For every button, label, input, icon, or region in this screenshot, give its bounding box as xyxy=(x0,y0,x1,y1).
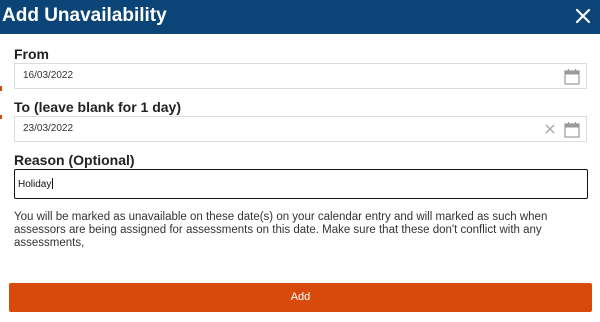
reason-input[interactable]: Holiday xyxy=(14,169,588,199)
from-date-value: 16/03/2022 xyxy=(23,70,74,81)
from-date-input[interactable]: 16/03/2022 xyxy=(14,63,587,89)
calendar-icon[interactable] xyxy=(564,68,580,85)
from-label: From xyxy=(14,46,49,62)
calendar-icon[interactable] xyxy=(564,121,580,138)
reason-value: Holiday xyxy=(18,178,54,190)
dialog-header: Add Unavailability xyxy=(0,0,600,34)
add-unavailability-dialog: Add Unavailability From 16/03/2022 To (l… xyxy=(0,0,600,322)
side-marker xyxy=(0,115,2,119)
add-button[interactable]: Add xyxy=(9,283,592,312)
close-icon[interactable] xyxy=(574,5,592,27)
to-label: To (leave blank for 1 day) xyxy=(14,99,182,115)
side-marker xyxy=(0,86,2,91)
dialog-title: Add Unavailability xyxy=(2,5,167,26)
to-date-input[interactable]: 23/03/2022 xyxy=(14,116,587,142)
to-date-value: 23/03/2022 xyxy=(23,123,74,134)
reason-label: Reason (Optional) xyxy=(14,152,135,168)
clear-icon[interactable] xyxy=(544,123,556,135)
unavailability-note: You will be marked as unavailable on the… xyxy=(14,211,548,249)
text-caret xyxy=(52,178,54,189)
